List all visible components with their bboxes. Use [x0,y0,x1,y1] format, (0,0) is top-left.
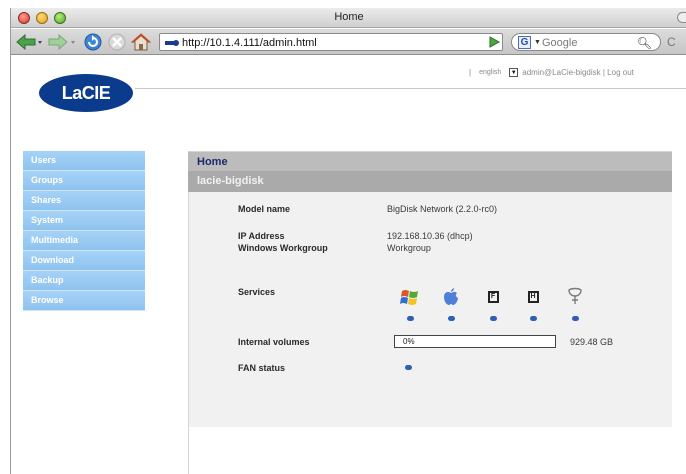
search-field[interactable]: G ▼ Google 🔍︎ [511,33,661,51]
search-icon[interactable]: 🔍︎ [637,36,652,50]
page-title-bar: Home [188,151,672,171]
sidebar-item-system[interactable]: System [23,211,145,231]
forward-arrow-icon [48,33,75,51]
windows-icon [400,290,418,305]
toolbar-overflow-icon[interactable]: C [667,35,676,49]
http-status-dot [530,316,537,321]
header-divider [135,88,686,89]
services-label: Services [238,287,276,297]
fan-status-dot [405,365,412,370]
http-icon: H [527,291,539,303]
stop-icon [108,33,126,51]
sidebar-menu: Users Groups Shares System Multimedia Do… [23,151,145,311]
sidebar-item-multimedia[interactable]: Multimedia [23,231,145,251]
go-button[interactable] [487,35,501,54]
address-bar[interactable]: http://10.1.4.111/admin.html ▼ [159,33,503,51]
ftp-icon: F [487,291,499,303]
workgroup-value: Workgroup [387,243,431,253]
home-icon [131,33,151,51]
lacie-logo[interactable]: LaCIE [39,74,133,112]
workgroup-label: Windows Workgroup [238,243,328,253]
reload-button[interactable] [83,33,103,51]
url-text: http://10.1.4.111/admin.html [182,37,317,49]
volume-usage-bar: 0% [394,335,556,348]
ip-address-label: IP Address [238,231,285,241]
sidebar-item-groups[interactable]: Groups [23,171,145,191]
sidebar-item-download[interactable]: Download [23,251,145,271]
volume-size: 929.48 GB [570,337,614,347]
home-button[interactable] [131,33,151,51]
model-name-value: BigDisk Network (2.2.0-rc0) [387,204,498,214]
header-links: | english ▼ admin@LaCie-bigdisk | Log ou… [469,68,634,77]
go-arrow-icon [489,36,501,48]
language-label: english [479,69,502,76]
window-title: Home [334,11,364,23]
page-title: Home [197,156,228,168]
google-engine-icon[interactable]: G [518,36,531,49]
fan-status-label: FAN status [238,363,286,373]
apple-icon [444,288,458,305]
logo-text: LaCIE [61,82,111,103]
sidebar-item-backup[interactable]: Backup [23,271,145,291]
device-info-panel: Model name BigDisk Network (2.2.0-rc0) I… [188,192,672,427]
apple-service[interactable] [441,287,461,307]
windows-service[interactable] [400,287,420,307]
device-name: lacie-bigdisk [197,175,264,187]
sidebar-item-browse[interactable]: Browse [23,291,145,311]
ip-address-value: 192.168.10.36 (dhcp) [387,231,473,241]
ftp-status-dot [490,316,497,321]
upnp-icon [568,287,582,304]
title-bar: Home [11,8,686,28]
browser-toolbar: http://10.1.4.111/admin.html ▼ G ▼ Googl… [11,29,686,55]
engine-dropdown-icon[interactable]: ▼ [534,39,541,46]
toolbar-toggle-button[interactable] [677,12,686,23]
upnp-status-dot [572,316,579,321]
main-panel: Home lacie-bigdisk Model name BigDisk Ne… [188,151,672,474]
back-arrow-icon [16,33,42,51]
back-button[interactable] [15,33,43,51]
model-name-label: Model name [238,204,291,214]
internal-volumes-label: Internal volumes [238,337,310,347]
volume-usage-percent: 0% [403,337,415,346]
forward-button[interactable] [47,33,77,51]
upnp-service[interactable] [565,287,585,307]
site-icon [165,40,179,46]
language-dropdown-icon[interactable]: ▼ [509,68,519,77]
sidebar-item-shares[interactable]: Shares [23,191,145,211]
browser-window: Home http://10.1.4.111/admin.html G ▼ Go… [10,8,686,474]
panel-footer-area [188,427,672,474]
apple-status-dot [448,316,455,321]
reload-icon [84,33,102,51]
web-page: LaCIE | english ▼ admin@LaCie-bigdisk | … [11,56,686,474]
search-placeholder: Google [542,37,578,49]
ftp-service[interactable]: F [483,287,503,307]
sidebar-item-users[interactable]: Users [23,151,145,171]
windows-status-dot [407,316,414,321]
user-logout-links[interactable]: admin@LaCie-bigdisk | Log out [522,68,634,77]
http-service[interactable]: H [523,287,543,307]
stop-button[interactable] [107,33,127,51]
device-title-bar: lacie-bigdisk [188,171,672,192]
header-separator: | [469,68,472,77]
